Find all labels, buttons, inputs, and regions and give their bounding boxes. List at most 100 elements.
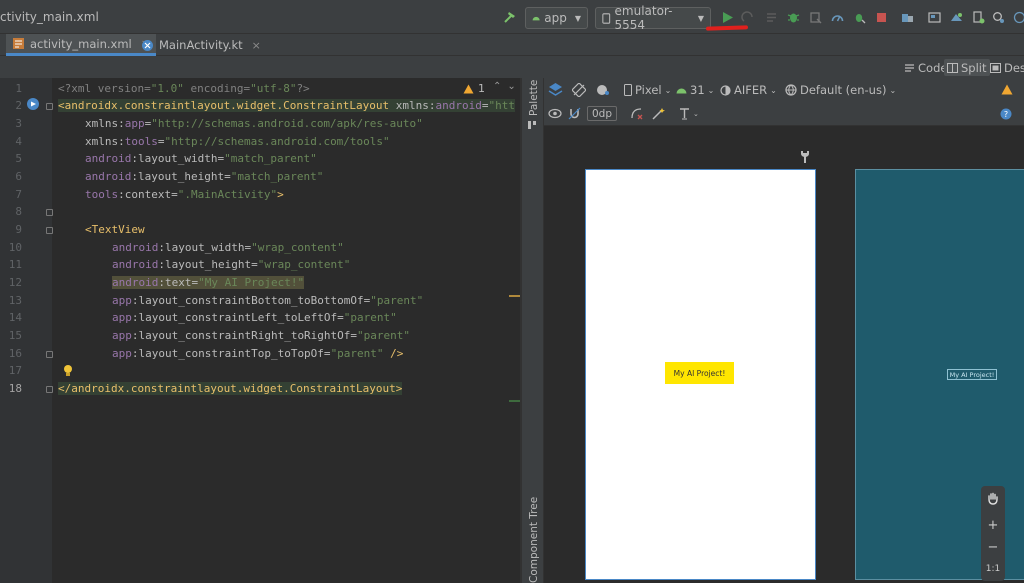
autoconnect-magnet-icon[interactable] (568, 107, 581, 120)
editor-gutter: 1 2 3 4 5 6 7 8 9 10 11 12 13 14 15 16 1… (0, 78, 72, 583)
fold-marker[interactable] (46, 209, 53, 216)
tab-main-activity[interactable]: MainActivity.kt × (135, 34, 267, 56)
warning-icon[interactable] (1001, 84, 1013, 95)
code-line: android:layout_height="match_parent" (85, 170, 324, 183)
tab-label: activity_main.xml (30, 36, 132, 51)
zoom-out-button[interactable]: − (981, 540, 1005, 555)
assistant-icon[interactable] (1013, 11, 1024, 24)
textview-selected[interactable]: My AI Project! (665, 362, 734, 384)
design-surface[interactable]: Pixel ⌄ 31 ⌄ AIFER ⌄ Default (en-us) ⌄ 0… (544, 78, 1024, 583)
code-line: android:layout_width="wrap_content" (112, 241, 344, 254)
component-tree-tab[interactable]: Component Tree (528, 497, 540, 583)
split-view-icon (947, 62, 958, 73)
scrollbar-marker[interactable] (509, 400, 520, 402)
line-number: 11 (8, 258, 22, 271)
orientation-icon[interactable] (572, 83, 586, 97)
warning-icon (463, 84, 474, 93)
pan-hand-icon[interactable] (986, 491, 1000, 505)
zoom-in-button[interactable]: + (981, 518, 1005, 533)
window-title: ctivity_main.xml (0, 10, 99, 24)
theme-name: AIFER (734, 83, 768, 97)
code-line: </androidx.constraintlayout.widget.Const… (58, 382, 403, 395)
profile-icon[interactable] (809, 11, 822, 24)
chevron-down-icon: ⌄ (707, 85, 715, 95)
close-icon[interactable]: × (252, 39, 261, 52)
svg-text:?: ? (1004, 110, 1008, 119)
profiler-gauge-icon[interactable] (831, 11, 844, 24)
fold-marker[interactable] (46, 103, 53, 110)
theme-selector[interactable]: AIFER ⌄ (720, 83, 777, 97)
fold-marker[interactable] (46, 386, 53, 393)
design-mode-button[interactable]: Desi (987, 59, 1024, 76)
code-line: android:layout_height="wrap_content" (112, 258, 351, 271)
next-prev-highlight[interactable]: ⌃⌄ (493, 81, 522, 92)
tab-label: MainActivity.kt (159, 38, 243, 52)
margin-value: 0dp (591, 107, 612, 120)
theme-icon (720, 84, 731, 96)
project-structure-icon[interactable] (901, 11, 914, 24)
locale-selector[interactable]: Default (en-us) ⌄ (785, 83, 896, 97)
chevron-down-icon: ▼ (697, 13, 704, 23)
line-number: 9 (15, 223, 22, 236)
run-icon[interactable] (721, 11, 734, 24)
attach-debugger-icon[interactable] (853, 11, 866, 24)
stop-icon[interactable] (875, 11, 888, 24)
run-activity-gutter-icon[interactable] (26, 97, 40, 111)
line-number: 8 (15, 205, 22, 218)
infer-constraints-wand-icon[interactable] (651, 107, 665, 120)
api-level-selector[interactable]: 31 ⌄ (676, 83, 714, 97)
build-hammer-icon[interactable] (503, 10, 517, 24)
lightbulb-icon[interactable] (63, 364, 73, 377)
sync-gradle-icon[interactable] (950, 11, 963, 24)
wrench-icon[interactable] (799, 150, 811, 163)
code-line: app:layout_constraintBottom_toBottomOf="… (112, 294, 424, 307)
warning-count: 1 (478, 82, 485, 95)
line-number: 2 (15, 99, 22, 112)
debug-icon[interactable] (787, 11, 800, 24)
zoom-controls: + − 1:1 (981, 486, 1005, 581)
chevron-down-icon: ⌄ (770, 85, 777, 95)
guidelines-icon[interactable] (678, 107, 692, 120)
palette-tab[interactable]: Palette (528, 80, 540, 116)
inspection-widget[interactable]: 1 (463, 82, 485, 95)
apply-code-changes-icon[interactable] (765, 11, 778, 24)
android-icon (532, 16, 540, 21)
line-number: 14 (8, 311, 22, 324)
fold-marker[interactable] (46, 227, 53, 234)
code-line: xmlns:tools="http://schemas.android.com/… (85, 135, 390, 148)
zoom-to-fit-button[interactable]: 1:1 (981, 564, 1005, 574)
line-number: 6 (15, 170, 22, 183)
code-editor[interactable]: 1 2 3 4 5 6 7 8 9 10 11 12 13 14 15 16 1… (0, 78, 521, 583)
settings-search-icon[interactable] (992, 11, 1005, 24)
line-number: 18 (8, 382, 22, 395)
run-config-dropdown[interactable]: app ▼ (525, 7, 588, 29)
design-preview-screen[interactable]: My AI Project! (585, 169, 816, 580)
night-mode-icon[interactable] (596, 83, 611, 97)
design-blueprint-toggle-icon[interactable] (547, 82, 564, 99)
code-line: <?xml version="1.0" encoding="utf-8"?> (58, 82, 310, 95)
help-icon[interactable]: ? (1000, 108, 1012, 120)
chevron-down-icon: ⌄ (889, 85, 897, 95)
palette-strip: Palette Component Tree (522, 78, 544, 583)
code-line: android:layout_width="match_parent" (85, 152, 317, 165)
view-options-eye-icon[interactable] (548, 108, 562, 119)
device-manager-icon[interactable] (928, 11, 941, 24)
device-selector[interactable]: Pixel ⌄ (624, 83, 671, 97)
line-number: 15 (8, 329, 22, 342)
fold-marker[interactable] (46, 351, 53, 358)
textview-blueprint[interactable]: My AI Project! (947, 369, 997, 380)
sdk-manager-icon[interactable] (972, 11, 985, 24)
tab-activity-main[interactable]: activity_main.xml × (6, 34, 156, 56)
scrollbar-marker[interactable] (509, 295, 520, 297)
annotation-underline (705, 25, 749, 31)
device-label: emulator-5554 (614, 4, 673, 32)
device-dropdown[interactable]: emulator-5554 ▼ (595, 4, 711, 32)
clear-constraints-icon[interactable] (630, 107, 644, 120)
line-number: 3 (15, 117, 22, 130)
split-mode-button[interactable]: Split (944, 59, 990, 76)
apply-changes-icon[interactable] (741, 11, 754, 24)
chevron-down-icon: ▼ (574, 13, 581, 23)
line-number: 4 (15, 135, 22, 148)
default-margin-field[interactable]: 0dp (587, 106, 617, 121)
xml-layout-file-icon (13, 38, 24, 49)
